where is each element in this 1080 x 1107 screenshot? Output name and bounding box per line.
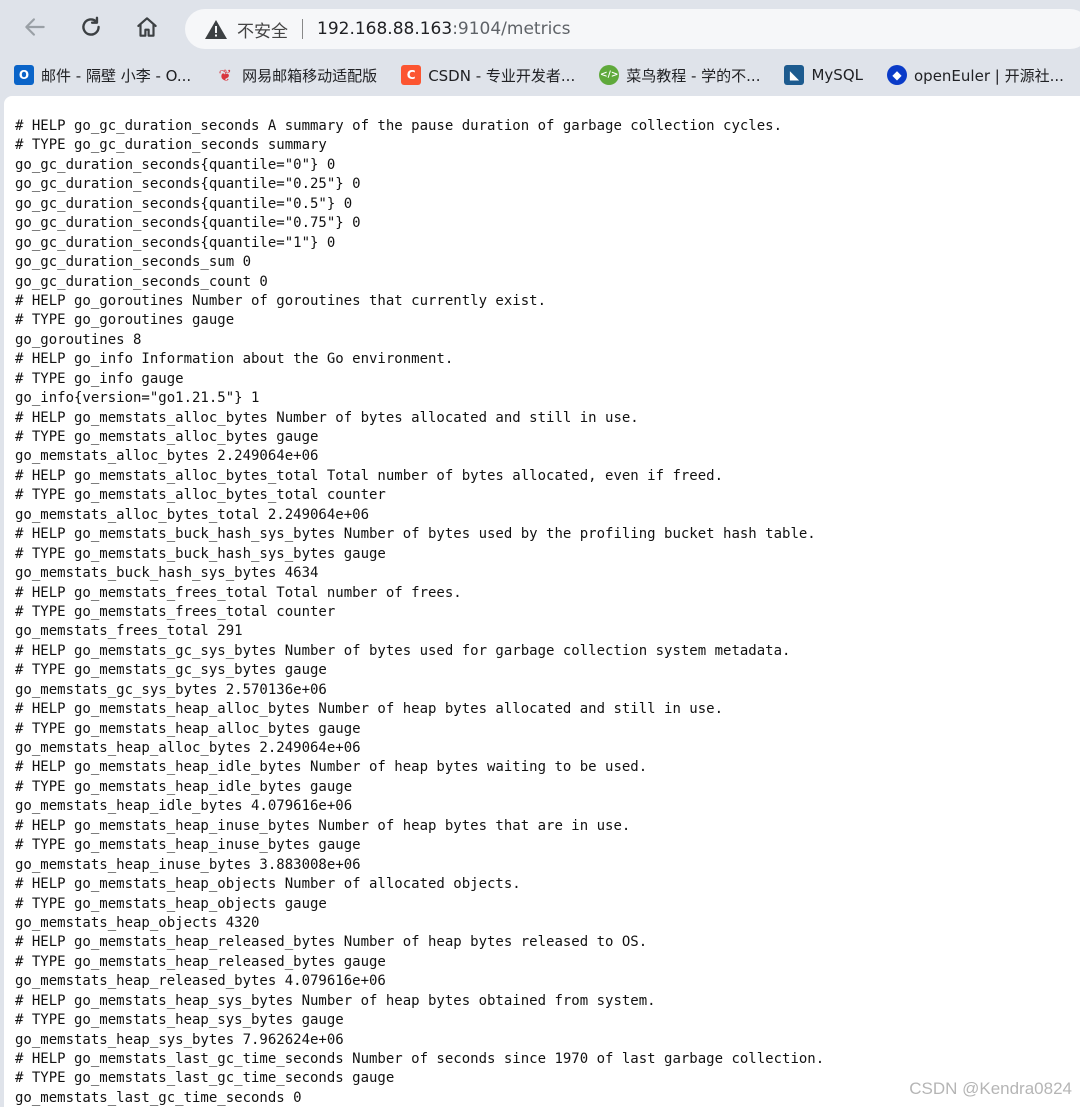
- metric-line: go_goroutines 8: [15, 331, 142, 348]
- metric-line: go_memstats_heap_released_bytes 4.079616…: [15, 973, 386, 990]
- metric-line: go_info{version="go1.21.5"} 1: [15, 390, 260, 407]
- metric-line: # HELP go_memstats_heap_idle_bytes Numbe…: [15, 759, 648, 776]
- metric-line: # HELP go_gc_duration_seconds A summary …: [15, 118, 783, 134]
- metric-line: # TYPE go_memstats_heap_released_bytes g…: [15, 953, 386, 970]
- bookmark-csdn[interactable]: C CSDN - 专业开发者...: [401, 65, 575, 86]
- metric-line: go_gc_duration_seconds{quantile="0.25"} …: [15, 176, 361, 193]
- metric-line: # HELP go_memstats_heap_objects Number o…: [15, 876, 521, 893]
- metric-line: # TYPE go_memstats_heap_idle_bytes gauge: [15, 778, 353, 795]
- bookmark-runoob[interactable]: </> 菜鸟教程 - 学的不...: [599, 65, 760, 86]
- metric-line: # TYPE go_info gauge: [15, 370, 184, 387]
- metric-line: go_memstats_last_gc_time_seconds 0: [15, 1089, 302, 1106]
- page-content: # HELP go_gc_duration_seconds A summary …: [4, 96, 1080, 1107]
- bookmark-outlook[interactable]: O 邮件 - 隔壁 小李 - O...: [14, 65, 191, 86]
- url-separator: [302, 19, 303, 39]
- url-text[interactable]: 192.168.88.163:9104/metrics: [317, 19, 571, 39]
- metric-line: # TYPE go_goroutines gauge: [15, 312, 235, 329]
- reload-button[interactable]: [74, 10, 108, 44]
- metrics-text: # HELP go_gc_duration_seconds A summary …: [15, 117, 824, 1107]
- bookmark-label: 菜鸟教程 - 学的不...: [626, 66, 761, 85]
- metric-line: go_memstats_heap_objects 4320: [15, 914, 260, 931]
- metric-line: # HELP go_memstats_buck_hash_sys_bytes N…: [15, 526, 816, 543]
- metric-line: # TYPE go_memstats_alloc_bytes gauge: [15, 429, 319, 445]
- metric-line: # TYPE go_memstats_gc_sys_bytes gauge: [15, 662, 327, 679]
- metric-line: # HELP go_memstats_heap_inuse_bytes Numb…: [15, 817, 631, 834]
- metric-line: # HELP go_info Information about the Go …: [15, 351, 454, 368]
- bookmark-label: 网易邮箱移动适配版: [242, 66, 378, 85]
- metric-line: go_memstats_heap_idle_bytes 4.079616e+06: [15, 798, 353, 815]
- bookmark-netease-mail[interactable]: ❦ 网易邮箱移动适配版: [215, 65, 377, 86]
- metric-line: go_memstats_frees_total 291: [15, 623, 243, 640]
- metric-line: # HELP go_memstats_heap_alloc_bytes Numb…: [15, 701, 724, 718]
- outlook-icon: O: [14, 65, 34, 85]
- bookmarks-bar: O 邮件 - 隔壁 小李 - O... ❦ 网易邮箱移动适配版 C CSDN -…: [0, 56, 1080, 94]
- metric-line: go_gc_duration_seconds{quantile="0.75"} …: [15, 215, 361, 232]
- bookmark-label: CSDN - 专业开发者...: [428, 66, 576, 85]
- metric-line: # HELP go_memstats_gc_sys_bytes Number o…: [15, 642, 791, 659]
- metric-line: # TYPE go_memstats_heap_sys_bytes gauge: [15, 1012, 344, 1029]
- metric-line: go_memstats_gc_sys_bytes 2.570136e+06: [15, 681, 327, 698]
- warning-icon[interactable]: [203, 18, 229, 40]
- home-icon: [137, 17, 157, 37]
- metric-line: # HELP go_memstats_heap_released_bytes N…: [15, 934, 648, 951]
- metric-line: # TYPE go_memstats_heap_inuse_bytes gaug…: [15, 837, 361, 854]
- bookmark-label: 邮件 - 隔壁 小李 - O...: [41, 66, 192, 85]
- metric-line: # TYPE go_memstats_frees_total counter: [15, 603, 336, 620]
- metric-line: # TYPE go_memstats_heap_objects gauge: [15, 895, 327, 912]
- metric-line: go_gc_duration_seconds{quantile="0"} 0: [15, 156, 336, 173]
- home-button[interactable]: [130, 10, 164, 44]
- runoob-icon: </>: [599, 65, 620, 85]
- browser-toolbar: 不安全 192.168.88.163:9104/metrics: [0, 0, 1080, 56]
- csdn-icon: C: [401, 65, 422, 85]
- metric-line: # TYPE go_memstats_heap_alloc_bytes gaug…: [15, 720, 361, 737]
- metric-line: go_memstats_alloc_bytes_total 2.249064e+…: [15, 506, 370, 523]
- metric-line: # TYPE go_memstats_buck_hash_sys_bytes g…: [15, 545, 386, 562]
- metric-line: # HELP go_memstats_alloc_bytes Number of…: [15, 409, 639, 426]
- metric-line: # TYPE go_gc_duration_seconds summary: [15, 137, 327, 154]
- insecure-label[interactable]: 不安全: [237, 17, 288, 42]
- bookmark-label: openEuler | 开源社...: [914, 66, 1064, 85]
- metric-line: # HELP go_memstats_alloc_bytes_total Tot…: [15, 467, 724, 484]
- url-host: 192.168.88.163: [317, 19, 453, 39]
- metric-line: go_gc_duration_seconds{quantile="1"} 0: [15, 234, 336, 251]
- netease-mail-icon: ❦: [218, 65, 232, 85]
- metric-line: go_memstats_heap_alloc_bytes 2.249064e+0…: [15, 740, 361, 756]
- metric-line: go_gc_duration_seconds_sum 0: [15, 254, 252, 271]
- metric-line: go_memstats_heap_inuse_bytes 3.883008e+0…: [15, 856, 361, 873]
- metric-line: # TYPE go_memstats_alloc_bytes_total cou…: [15, 487, 386, 504]
- metric-line: go_memstats_heap_sys_bytes 7.962624e+06: [15, 1031, 344, 1048]
- metric-line: # HELP go_memstats_heap_sys_bytes Number…: [15, 992, 656, 1009]
- arrow-left-icon: [25, 18, 45, 36]
- metric-line: go_gc_duration_seconds_count 0: [15, 273, 268, 290]
- metric-line: # HELP go_memstats_last_gc_time_seconds …: [15, 1051, 825, 1067]
- back-button[interactable]: [18, 10, 52, 44]
- bookmark-mysql[interactable]: ◣ MySQL: [784, 65, 863, 85]
- bookmark-label: MySQL: [811, 66, 863, 84]
- reload-icon: [82, 16, 100, 36]
- watermark: CSDN @Kendra0824: [909, 1079, 1072, 1098]
- metric-line: # TYPE go_memstats_last_gc_time_seconds …: [15, 1070, 395, 1087]
- bookmark-openeuler[interactable]: ◆ openEuler | 开源社...: [887, 65, 1064, 86]
- metric-line: # HELP go_memstats_frees_total Total num…: [15, 584, 462, 601]
- metric-line: # HELP go_goroutines Number of goroutine…: [15, 292, 547, 309]
- url-path: :9104/metrics: [452, 19, 571, 39]
- metric-line: go_memstats_buck_hash_sys_bytes 4634: [15, 565, 319, 582]
- mysql-icon: ◣: [784, 65, 805, 85]
- metric-line: go_memstats_alloc_bytes 2.249064e+06: [15, 448, 319, 465]
- address-bar[interactable]: 不安全 192.168.88.163:9104/metrics: [185, 9, 1080, 49]
- metric-line: go_gc_duration_seconds{quantile="0.5"} 0: [15, 195, 353, 212]
- openeuler-icon: ◆: [887, 65, 907, 85]
